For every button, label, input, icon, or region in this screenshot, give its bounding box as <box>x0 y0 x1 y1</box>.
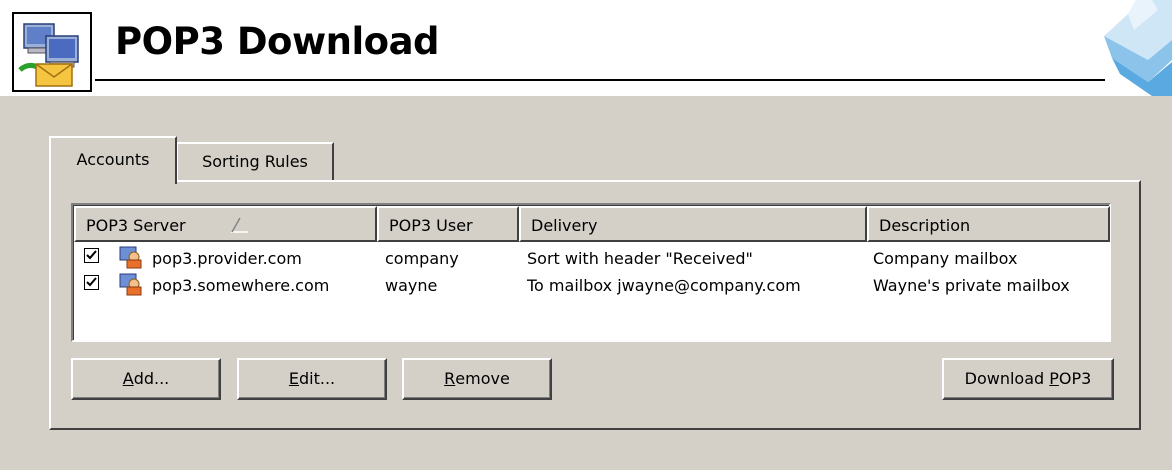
cell-pop3-user: wayne <box>385 276 438 295</box>
remove-button[interactable]: Remove <box>402 358 552 400</box>
column-header-label: Delivery <box>531 216 598 235</box>
title-divider <box>95 79 1105 81</box>
row-enabled-checkbox[interactable] <box>84 248 99 263</box>
cell-delivery: To mailbox jwayne@company.com <box>527 276 801 295</box>
edit-button[interactable]: Edit... <box>237 358 387 400</box>
column-header-pop3-server[interactable]: POP3 Server <box>74 206 377 242</box>
row-enabled-checkbox[interactable] <box>84 275 99 290</box>
blue-diamond-logo-icon <box>1068 0 1172 96</box>
sort-ascending-icon <box>230 216 250 234</box>
column-header-label: Description <box>879 216 971 235</box>
column-header-pop3-user[interactable]: POP3 User <box>377 206 519 242</box>
cell-pop3-server: pop3.provider.com <box>152 249 302 268</box>
pop3-account-icon <box>118 272 144 296</box>
download-pop3-button-label: Download POP3 <box>964 369 1092 388</box>
cell-description: Wayne's private mailbox <box>873 276 1070 295</box>
pop3-account-icon <box>118 245 144 269</box>
tab-accounts-label: Accounts <box>76 150 150 169</box>
list-header: POP3 Server POP3 User Delivery Descripti… <box>74 206 1110 242</box>
add-button[interactable]: Add... <box>71 358 221 400</box>
dialog-panel: Accounts Sorting Rules POP3 Server POP3 <box>0 96 1172 470</box>
accounts-list[interactable]: POP3 Server POP3 User Delivery Descripti… <box>71 203 1111 342</box>
remove-button-label: Remove <box>444 369 510 388</box>
cell-description: Company mailbox <box>873 249 1018 268</box>
cell-delivery: Sort with header "Received" <box>527 249 753 268</box>
column-header-label: POP3 User <box>389 216 473 235</box>
add-button-label: Add... <box>122 369 170 388</box>
download-pop3-button[interactable]: Download POP3 <box>942 358 1114 400</box>
tab-sorting-rules-label: Sorting Rules <box>202 152 308 171</box>
page-title: POP3 Download <box>115 20 440 63</box>
cell-pop3-server: pop3.somewhere.com <box>152 276 330 295</box>
page-header: POP3 Download <box>0 0 1172 96</box>
column-header-delivery[interactable]: Delivery <box>519 206 867 242</box>
tab-sorting-rules[interactable]: Sorting Rules <box>177 142 334 180</box>
edit-button-label: Edit... <box>288 369 336 388</box>
pop3-network-mail-icon <box>12 12 92 92</box>
tab-accounts[interactable]: Accounts <box>49 136 177 184</box>
table-row[interactable]: pop3.provider.com company Sort with head… <box>74 245 1110 271</box>
table-row[interactable]: pop3.somewhere.com wayne To mailbox jway… <box>74 272 1110 298</box>
column-header-description[interactable]: Description <box>867 206 1110 242</box>
cell-pop3-user: company <box>385 249 459 268</box>
column-header-label: POP3 Server <box>86 216 186 235</box>
